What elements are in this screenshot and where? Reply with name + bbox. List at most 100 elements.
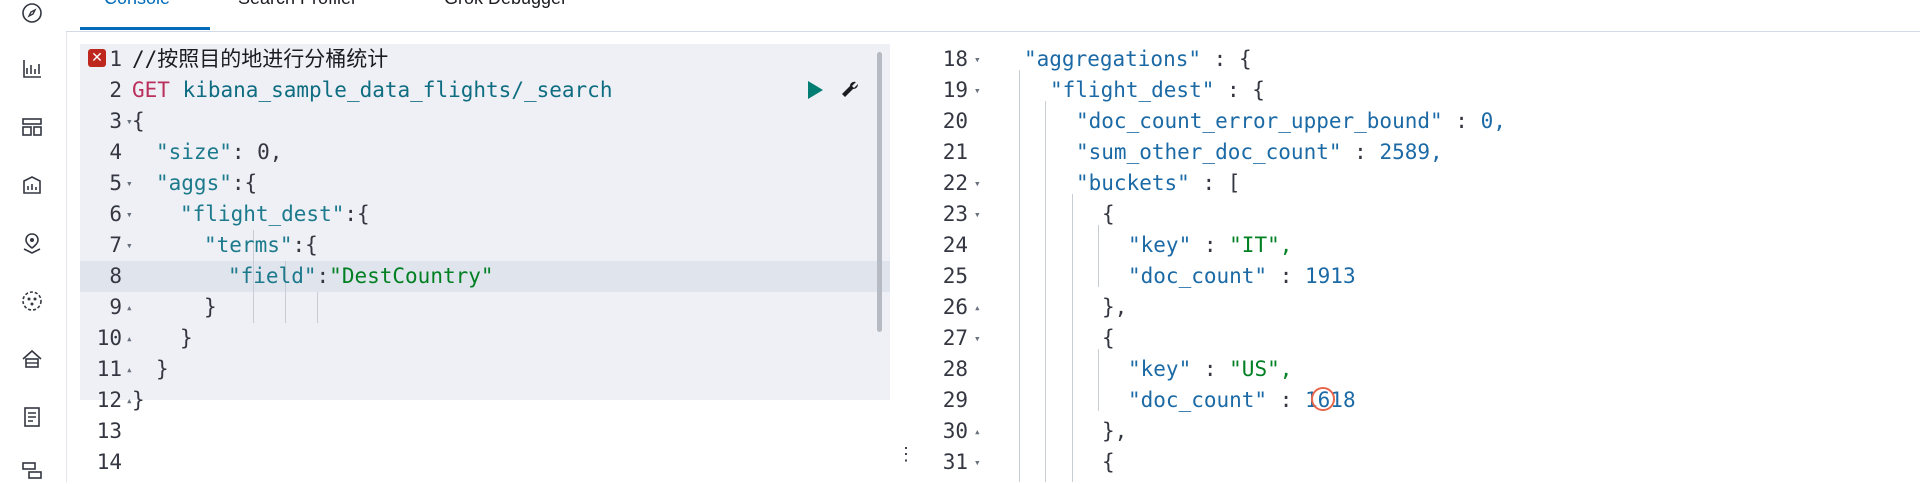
fold-toggle-icon[interactable]: ▾ xyxy=(974,75,981,106)
fold-toggle-icon[interactable]: ▾ xyxy=(974,44,981,75)
response-line: 24 "key" : "IT", xyxy=(918,230,1908,261)
code-text: "buckets" : [ xyxy=(1076,168,1240,199)
code-line[interactable]: 11 ▴} xyxy=(80,354,880,385)
json-key: "flight_dest" xyxy=(1050,78,1215,102)
compass-icon[interactable] xyxy=(19,0,45,26)
json-punctuation: } xyxy=(132,388,145,412)
fold-toggle-icon[interactable]: ▾ xyxy=(126,230,133,261)
json-punctuation: } xyxy=(156,357,169,381)
json-key: "field" xyxy=(228,264,317,288)
maps-icon[interactable] xyxy=(19,230,45,256)
code-text: "size": 0, xyxy=(156,137,282,168)
line-number: 24 xyxy=(942,233,968,257)
code-text: } xyxy=(132,385,145,416)
code-line[interactable]: 12 ▴} xyxy=(80,385,880,416)
code-line[interactable]: 14 xyxy=(80,447,880,478)
wrench-icon[interactable] xyxy=(838,78,862,102)
json-key: "doc_count" xyxy=(1128,388,1268,412)
fold-toggle-icon[interactable]: ▴ xyxy=(974,292,981,323)
http-method: GET xyxy=(132,78,170,102)
response-line: 29 "doc_count" : 1618 xyxy=(918,385,1908,416)
code-line[interactable]: 1 //按照目的地进行分桶统计 xyxy=(80,44,880,75)
code-text: "aggregations" : { xyxy=(1024,44,1252,75)
canvas-icon[interactable] xyxy=(19,172,45,198)
code-text: "key" : "IT", xyxy=(1128,230,1292,261)
fold-toggle-icon[interactable]: ▾ xyxy=(974,323,981,354)
code-text: { xyxy=(1102,447,1115,478)
code-text: { xyxy=(132,106,145,137)
line-number: 11 xyxy=(96,357,122,381)
code-line[interactable]: 7 ▾ "terms":{ xyxy=(80,230,880,261)
line-number: 5 xyxy=(109,171,122,195)
json-punctuation: { xyxy=(1102,202,1115,226)
response-line: 31 ▾ { xyxy=(918,447,1908,478)
code-line[interactable]: 3 ▾{ xyxy=(80,106,880,137)
json-punctuation: : xyxy=(1191,357,1230,381)
fold-toggle-icon[interactable]: ▾ xyxy=(126,168,133,199)
code-line[interactable]: 2 GET kibana_sample_data_flights/_search xyxy=(80,75,880,106)
line-number: 25 xyxy=(942,264,968,288)
json-punctuation: { xyxy=(1102,450,1115,474)
json-punctuation: : xyxy=(1267,264,1306,288)
response-line: 25 "doc_count" : 1913 xyxy=(918,261,1908,292)
line-number: 2 xyxy=(109,78,122,102)
chart-icon[interactable] xyxy=(19,56,45,82)
response-line: 22 ▾ "buckets" : [ xyxy=(918,168,1908,199)
request-url: kibana_sample_data_flights/_search xyxy=(182,78,613,102)
code-line[interactable]: 4 "size": 0, xyxy=(80,137,880,168)
fold-toggle-icon[interactable]: ▾ xyxy=(974,168,981,199)
json-punctuation: : [ xyxy=(1189,171,1241,195)
tab-console[interactable]: Console xyxy=(104,0,170,9)
infrastructure-icon[interactable] xyxy=(19,346,45,372)
fold-toggle-icon[interactable]: ▾ xyxy=(974,199,981,230)
json-punctuation: { xyxy=(1102,326,1115,350)
code-text: }, xyxy=(1102,416,1127,447)
run-request-button[interactable] xyxy=(804,78,826,102)
logs-icon[interactable] xyxy=(19,404,45,430)
line-number: 28 xyxy=(942,357,968,381)
code-text: "flight_dest" : { xyxy=(1050,75,1265,106)
json-punctuation: }, xyxy=(1102,419,1128,443)
fold-toggle-icon[interactable]: ▴ xyxy=(974,416,981,447)
line-number: 21 xyxy=(942,140,968,164)
response-line: 19 ▾ "flight_dest" : { xyxy=(918,75,1908,106)
response-line: 20 "doc_count_error_upper_bound" : 0, xyxy=(918,106,1908,137)
json-number: 0, xyxy=(1480,109,1506,133)
line-number: 6 xyxy=(109,202,122,226)
json-key: "buckets" xyxy=(1076,171,1190,195)
line-number: 29 xyxy=(942,388,968,412)
code-text: } xyxy=(180,323,193,354)
code-line[interactable]: 5 ▾ "aggs":{ xyxy=(80,168,880,199)
tab-bar: Console Search Profiler Grok Debugger xyxy=(66,0,1920,32)
response-line: 18 ▾ "aggregations" : { xyxy=(918,44,1908,75)
json-key: "doc_count_error_upper_bound" xyxy=(1076,109,1443,133)
request-scrollbar[interactable] xyxy=(877,52,882,332)
fold-toggle-icon[interactable]: ▾ xyxy=(126,199,133,230)
tab-search-profiler[interactable]: Search Profiler xyxy=(238,0,357,9)
side-nav xyxy=(0,0,67,482)
response-line: 23 ▾ { xyxy=(918,199,1908,230)
code-line[interactable]: 10 ▴} xyxy=(80,323,880,354)
fold-toggle-icon[interactable]: ▴ xyxy=(126,292,133,323)
tab-grok-debugger[interactable]: Grok Debugger xyxy=(444,0,567,9)
json-key: "sum_other_doc_count" xyxy=(1076,140,1342,164)
ml-icon[interactable] xyxy=(19,288,45,314)
code-line[interactable]: 8 "field":"DestCountry" xyxy=(80,261,880,292)
code-comment: //按照目的地进行分桶统计 xyxy=(132,47,389,71)
code-line[interactable]: 9 ▴} xyxy=(80,292,880,323)
json-key: "key" xyxy=(1128,357,1192,381)
json-value: "DestCountry" xyxy=(329,264,494,288)
code-line[interactable]: 6 ▾ "flight_dest":{ xyxy=(80,199,880,230)
line-number: 20 xyxy=(942,109,968,133)
fold-toggle-icon[interactable]: ▴ xyxy=(126,323,133,354)
fold-toggle-icon[interactable]: ▴ xyxy=(126,354,133,385)
dashboard-icon[interactable] xyxy=(19,114,45,140)
line-number: 27 xyxy=(942,326,968,350)
request-editor[interactable]: ✕ 1//按照目的地进行分桶统计 2 GET kibana_sample_data_… xyxy=(80,44,890,482)
apm-icon[interactable] xyxy=(19,458,45,484)
line-number: 26 xyxy=(942,295,968,319)
code-line[interactable]: 13 xyxy=(80,416,880,447)
fold-toggle-icon[interactable]: ▾ xyxy=(974,447,981,478)
code-text: "aggs":{ xyxy=(156,168,257,199)
json-punctuation: : xyxy=(1341,140,1380,164)
